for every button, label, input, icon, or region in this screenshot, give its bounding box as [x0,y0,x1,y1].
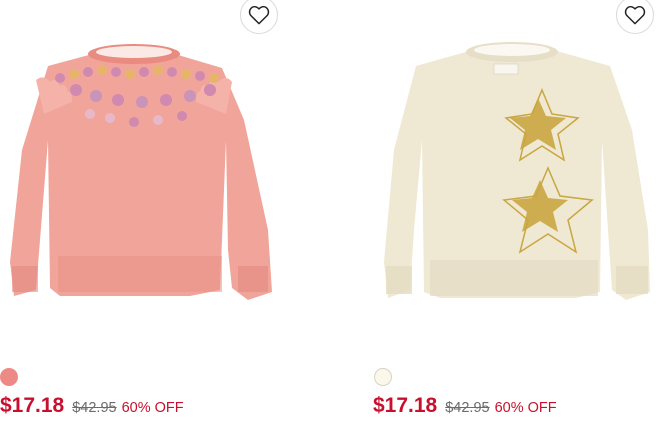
wishlist-button[interactable] [616,0,654,34]
product-image[interactable] [0,30,300,310]
price-row: $17.18 $42.95 60% OFF [0,394,184,418]
wishlist-button[interactable] [240,0,278,34]
price-row: $17.18 $42.95 60% OFF [373,394,557,418]
product-image[interactable] [370,30,663,310]
sale-price: $17.18 [373,394,438,417]
heart-icon [624,5,646,25]
color-swatch[interactable] [0,368,18,386]
sale-price: $17.18 [0,394,65,417]
original-price: $42.95 [72,400,117,416]
color-swatch[interactable] [374,368,392,386]
product-card[interactable]: $17.18 $42.95 60% OFF [370,0,663,427]
product-card[interactable]: $17.18 $42.95 60% OFF [0,0,300,427]
discount-label: 60% OFF [121,400,184,416]
discount-label: 60% OFF [494,400,557,416]
heart-icon [248,5,270,25]
original-price: $42.95 [445,400,490,416]
